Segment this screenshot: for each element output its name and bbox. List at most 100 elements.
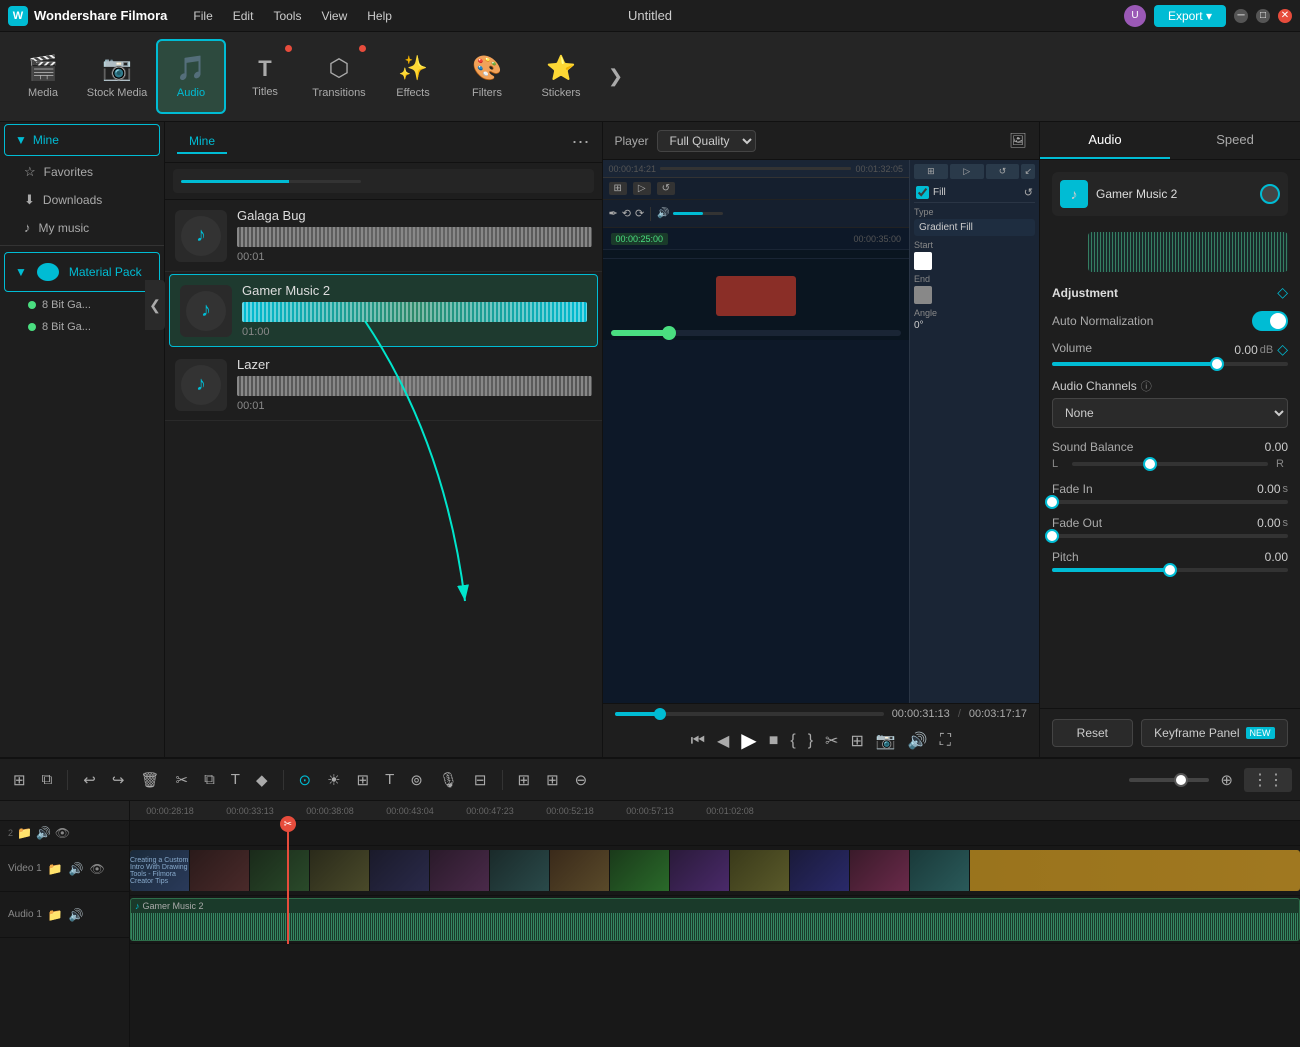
fill-refresh-btn[interactable]: ↺ <box>1024 186 1033 199</box>
preview-screenshot-button[interactable]: 🖼 <box>1009 132 1027 149</box>
tl-split-btn[interactable]: ⧉ <box>37 767 58 792</box>
audio-more-button[interactable]: ⋯ <box>572 132 590 153</box>
toolbar-more-button[interactable]: ❯ <box>600 66 631 87</box>
tool-effects[interactable]: ✨ Effects <box>378 39 448 114</box>
start-color-swatch[interactable] <box>914 252 932 270</box>
tool-stock[interactable]: 📷 Stock Media <box>82 39 152 114</box>
reset-button[interactable]: Reset <box>1052 719 1133 747</box>
tl-cut-btn[interactable]: ✂ <box>171 767 194 793</box>
tl-delete-btn[interactable]: 🗑 <box>135 767 164 793</box>
tl-copy-btn[interactable]: ⧉ <box>199 767 220 792</box>
mark-out-button[interactable]: } <box>808 732 813 750</box>
tl-more-btn[interactable]: ⋮⋮ <box>1244 768 1292 792</box>
sidebar-item-favorites[interactable]: ☆ Favorites <box>0 158 164 186</box>
tab-audio[interactable]: Audio <box>1040 122 1170 159</box>
fade-in-track[interactable] <box>1052 500 1288 504</box>
tl-undo-btn[interactable]: ↩ <box>78 767 101 793</box>
vid-sidebar-btn-1[interactable]: ⊞ <box>914 164 948 179</box>
tl-redo-btn[interactable]: ↪ <box>107 767 130 793</box>
sidebar-item-downloads[interactable]: ⬇ Downloads <box>0 186 164 214</box>
tool-filters[interactable]: 🎨 Filters <box>452 39 522 114</box>
pitch-track[interactable] <box>1052 568 1288 572</box>
fullscreen-button[interactable]: ⛶ <box>940 732 951 750</box>
audio-item-lazer[interactable]: ♪ Lazer 00:01 <box>165 349 602 421</box>
keyframe-panel-button[interactable]: Keyframe Panel NEW <box>1141 719 1288 747</box>
vid-progress-bar[interactable] <box>611 330 902 336</box>
mark-in-button[interactable]: { <box>790 732 795 750</box>
tl-magnet-btn[interactable]: ☀ <box>322 767 345 793</box>
balance-track[interactable] <box>1072 462 1268 466</box>
split-button[interactable]: ⊞ <box>850 731 863 751</box>
tool-audio[interactable]: 🎵 Audio <box>156 39 226 114</box>
sidebar-item-my-music[interactable]: ♪ My music <box>0 214 164 241</box>
track-v1-vol-btn[interactable]: 🔊 <box>69 862 84 876</box>
tl-plus-btn[interactable]: ⊕ <box>1215 767 1238 793</box>
info-icon[interactable]: ⓘ <box>1141 378 1152 394</box>
vid-sidebar-btn-4[interactable]: ↙ <box>1021 164 1035 179</box>
audio-tab-mine[interactable]: Mine <box>177 130 227 154</box>
volume-slider-track[interactable] <box>1052 362 1288 366</box>
clip-button[interactable]: ✂ <box>825 731 838 751</box>
volume-slider[interactable] <box>673 212 723 215</box>
menu-view[interactable]: View <box>311 0 357 31</box>
track-v1-folder-btn[interactable]: 📁 <box>48 862 63 876</box>
track-a1-vol-btn[interactable]: 🔊 <box>69 908 84 922</box>
menu-file[interactable]: File <box>183 0 222 31</box>
skip-back-button[interactable]: ⏮ <box>691 732 705 750</box>
adjustment-diamond-btn[interactable]: ◇ <box>1277 284 1288 301</box>
vid-sidebar-btn-2[interactable]: ▷ <box>950 164 984 179</box>
step-back-button[interactable]: ◀ <box>717 731 729 751</box>
track-2-eye-btn[interactable]: 👁 <box>55 826 70 840</box>
tl-split2-btn[interactable]: ⊞ <box>352 767 375 793</box>
minimize-button[interactable]: ─ <box>1234 9 1248 23</box>
tl-scene2-btn[interactable]: ⊞ <box>513 767 536 793</box>
tab-speed[interactable]: Speed <box>1170 122 1300 159</box>
sidebar-subitem-8bit-2[interactable]: 8 Bit Ga... <box>0 316 164 338</box>
volume-diamond-btn[interactable]: ◇ <box>1277 341 1288 358</box>
volume-knob[interactable] <box>1260 184 1280 204</box>
video-track-clip[interactable]: Creating a Custom Intro With Drawing Too… <box>130 850 1300 891</box>
menu-help[interactable]: Help <box>357 0 402 31</box>
sidebar-item-mine[interactable]: ▼ Mine <box>4 124 160 156</box>
vid-edit-btn-3[interactable]: ⟳ <box>635 207 644 220</box>
vid-nav-btn-2[interactable]: ▷ <box>633 182 651 195</box>
maximize-button[interactable]: □ <box>1256 9 1270 23</box>
end-color-swatch[interactable] <box>914 286 932 304</box>
tl-text-btn[interactable]: T <box>226 767 245 792</box>
track-2-vol-btn[interactable]: 🔊 <box>36 826 51 840</box>
sidebar-subitem-8bit-1[interactable]: 8 Bit Ga... <box>0 294 164 316</box>
tl-mark-btn[interactable]: T <box>380 767 399 792</box>
vid-edit-btn-1[interactable]: ✒ <box>609 207 618 220</box>
tl-scene-detect-btn[interactable]: ⊞ <box>8 767 31 793</box>
close-button[interactable]: ✕ <box>1278 9 1292 23</box>
zoom-slider[interactable] <box>1129 778 1209 782</box>
play-button[interactable]: ▶ <box>741 728 756 753</box>
vid-sidebar-btn-3[interactable]: ↺ <box>986 164 1020 179</box>
fade-out-track[interactable] <box>1052 534 1288 538</box>
square-button[interactable]: ■ <box>769 732 779 750</box>
progress-bar[interactable] <box>615 712 884 716</box>
audio-item-galaga[interactable]: ♪ Galaga Bug 00:01 <box>165 200 602 272</box>
tl-snap-btn[interactable]: ⊙ <box>294 767 317 793</box>
vid-edit-btn-2[interactable]: ⟲ <box>622 207 631 220</box>
fill-checkbox[interactable] <box>916 186 929 199</box>
volume-button[interactable]: 🔊 <box>908 731 928 751</box>
tl-minus-btn[interactable]: ⊖ <box>570 767 593 793</box>
tl-keyframe-btn[interactable]: ◆ <box>251 767 273 793</box>
track-2-folder-btn[interactable]: 📁 <box>17 826 32 840</box>
tl-voice-btn[interactable]: 🎙 <box>434 767 463 793</box>
tl-group-btn[interactable]: ⊟ <box>469 767 492 793</box>
track-a1-folder-btn[interactable]: 📁 <box>48 908 63 922</box>
left-panel-collapse-button[interactable]: ❮ <box>145 280 165 330</box>
tl-flag-btn[interactable]: ⊚ <box>405 767 428 793</box>
audio-item-gamer-music[interactable]: ♪ Gamer Music 2 01:00 <box>169 274 598 347</box>
quality-select[interactable]: Full Quality <box>657 130 756 152</box>
tl-merge-btn[interactable]: ⊞ <box>541 767 564 793</box>
tool-stickers[interactable]: ⭐ Stickers <box>526 39 596 114</box>
menu-tools[interactable]: Tools <box>263 0 311 31</box>
export-button[interactable]: media Export ▾ <box>1154 5 1226 27</box>
tool-media[interactable]: 🎬 Media <box>8 39 78 114</box>
avatar[interactable]: U <box>1124 5 1146 27</box>
menu-edit[interactable]: Edit <box>223 0 264 31</box>
vid-nav-btn-1[interactable]: ⊞ <box>609 182 627 195</box>
